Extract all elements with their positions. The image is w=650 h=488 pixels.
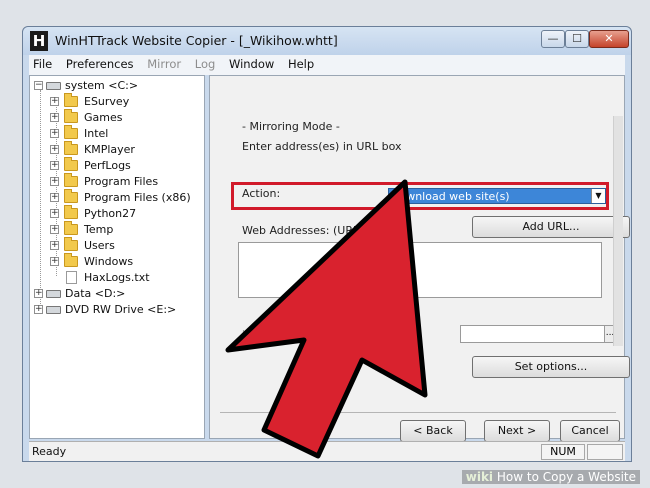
wizard-pane: - Mirroring Mode - Enter address(es) in … [209,75,630,442]
maximize-button[interactable]: ☐ [565,30,589,48]
cancel-button[interactable]: Cancel [560,420,620,442]
tree-item-label: Windows [84,255,134,268]
folder-icon [64,173,78,187]
menu-window[interactable]: Window [225,55,280,71]
expand-icon[interactable]: + [50,97,59,106]
folder-icon [64,125,78,139]
tree-item-label: HaxLogs.txt [84,271,150,284]
tree-item-label: Games [84,111,123,124]
tree-item-label: system <C:> [65,79,139,92]
set-options-button[interactable]: Set options... [472,356,630,378]
back-button[interactable]: < Back [400,420,466,442]
tree-item-label: PerfLogs [84,159,131,172]
action-label: Action: [242,187,281,200]
divider [220,412,616,413]
dvd-drive-icon [46,306,61,314]
status-bar: Ready NUM [29,441,625,461]
status-text: Ready [32,445,67,458]
expand-icon[interactable]: + [50,177,59,186]
minimize-button[interactable]: — [541,30,565,48]
chevron-down-icon[interactable]: ▼ [591,189,605,203]
folder-icon [64,109,78,123]
url-label: URL [242,328,264,341]
tree-item-label: Intel [84,127,109,140]
title-bar[interactable]: H WinHTTrack Website Copier - [_Wikihow.… [23,27,631,55]
menu-mirror: Mirror [147,57,182,71]
menu-log: Log [194,57,216,71]
expand-icon[interactable]: + [50,145,59,154]
tree-item-label: Data <D:> [65,287,126,300]
wikihow-watermark: wiki How to Copy a Website [461,470,640,484]
folder-icon [64,157,78,171]
app-window: H WinHTTrack Website Copier - [_Wikihow.… [22,26,632,462]
expand-icon[interactable]: + [50,241,59,250]
tree-item-label: Python27 [84,207,137,220]
watermark-brand: wiki [465,470,494,484]
tree-item-label: DVD RW Drive <E:> [65,303,177,316]
folder-icon [64,189,78,203]
vertical-scrollbar[interactable] [613,116,623,346]
file-icon [66,271,77,284]
add-url-button[interactable]: Add URL... [472,216,630,238]
collapse-icon[interactable]: − [34,81,43,90]
drive-icon [46,290,61,298]
folder-tree[interactable]: − system <C:> + ESurvey + Games + Intel … [29,75,205,439]
close-button[interactable]: ✕ [589,30,629,48]
expand-icon[interactable]: + [50,129,59,138]
status-cell-empty [587,444,623,460]
menu-preferences[interactable]: Preferences [62,55,140,71]
tree-item-label: Program Files [84,175,159,188]
mode-title: - Mirroring Mode - [242,120,340,133]
tree-item-label: Users [84,239,115,252]
menu-file[interactable]: File [29,55,58,71]
web-addresses-label: Web Addresses: (URL) [242,224,364,237]
menu-help[interactable]: Help [284,55,320,71]
watermark-text: How to Copy a Website [496,470,636,484]
url-list[interactable] [238,242,602,298]
tree-item-label: KMPlayer [84,143,135,156]
expand-icon[interactable]: + [50,209,59,218]
expand-icon[interactable]: + [50,225,59,234]
folder-icon [64,221,78,235]
url-input[interactable] [460,325,618,343]
expand-icon[interactable]: + [50,257,59,266]
next-button[interactable]: Next > [484,420,550,442]
folder-icon [64,93,78,107]
folder-icon [64,253,78,267]
drive-icon [46,82,61,90]
num-lock-indicator: NUM [541,444,585,460]
folder-icon [64,237,78,251]
window-title: WinHTTrack Website Copier - [_Wikihow.wh… [55,33,338,48]
action-select[interactable]: Download web site(s) ▼ [388,188,606,204]
app-icon: H [30,31,48,51]
action-select-value: Download web site(s) [391,190,510,203]
expand-icon[interactable]: + [34,305,43,314]
folder-icon [64,205,78,219]
menu-bar: File Preferences Mirror Log Window Help [29,55,625,75]
expand-icon[interactable]: + [50,161,59,170]
tree-item-label: Program Files (x86) [84,191,191,204]
expand-icon[interactable]: + [50,113,59,122]
folder-icon [64,141,78,155]
expand-icon[interactable]: + [34,289,43,298]
tree-item-label: Temp [84,223,114,236]
tree-item-label: ESurvey [84,95,130,108]
instruction-text: Enter address(es) in URL box [242,140,402,153]
expand-icon[interactable]: + [50,193,59,202]
